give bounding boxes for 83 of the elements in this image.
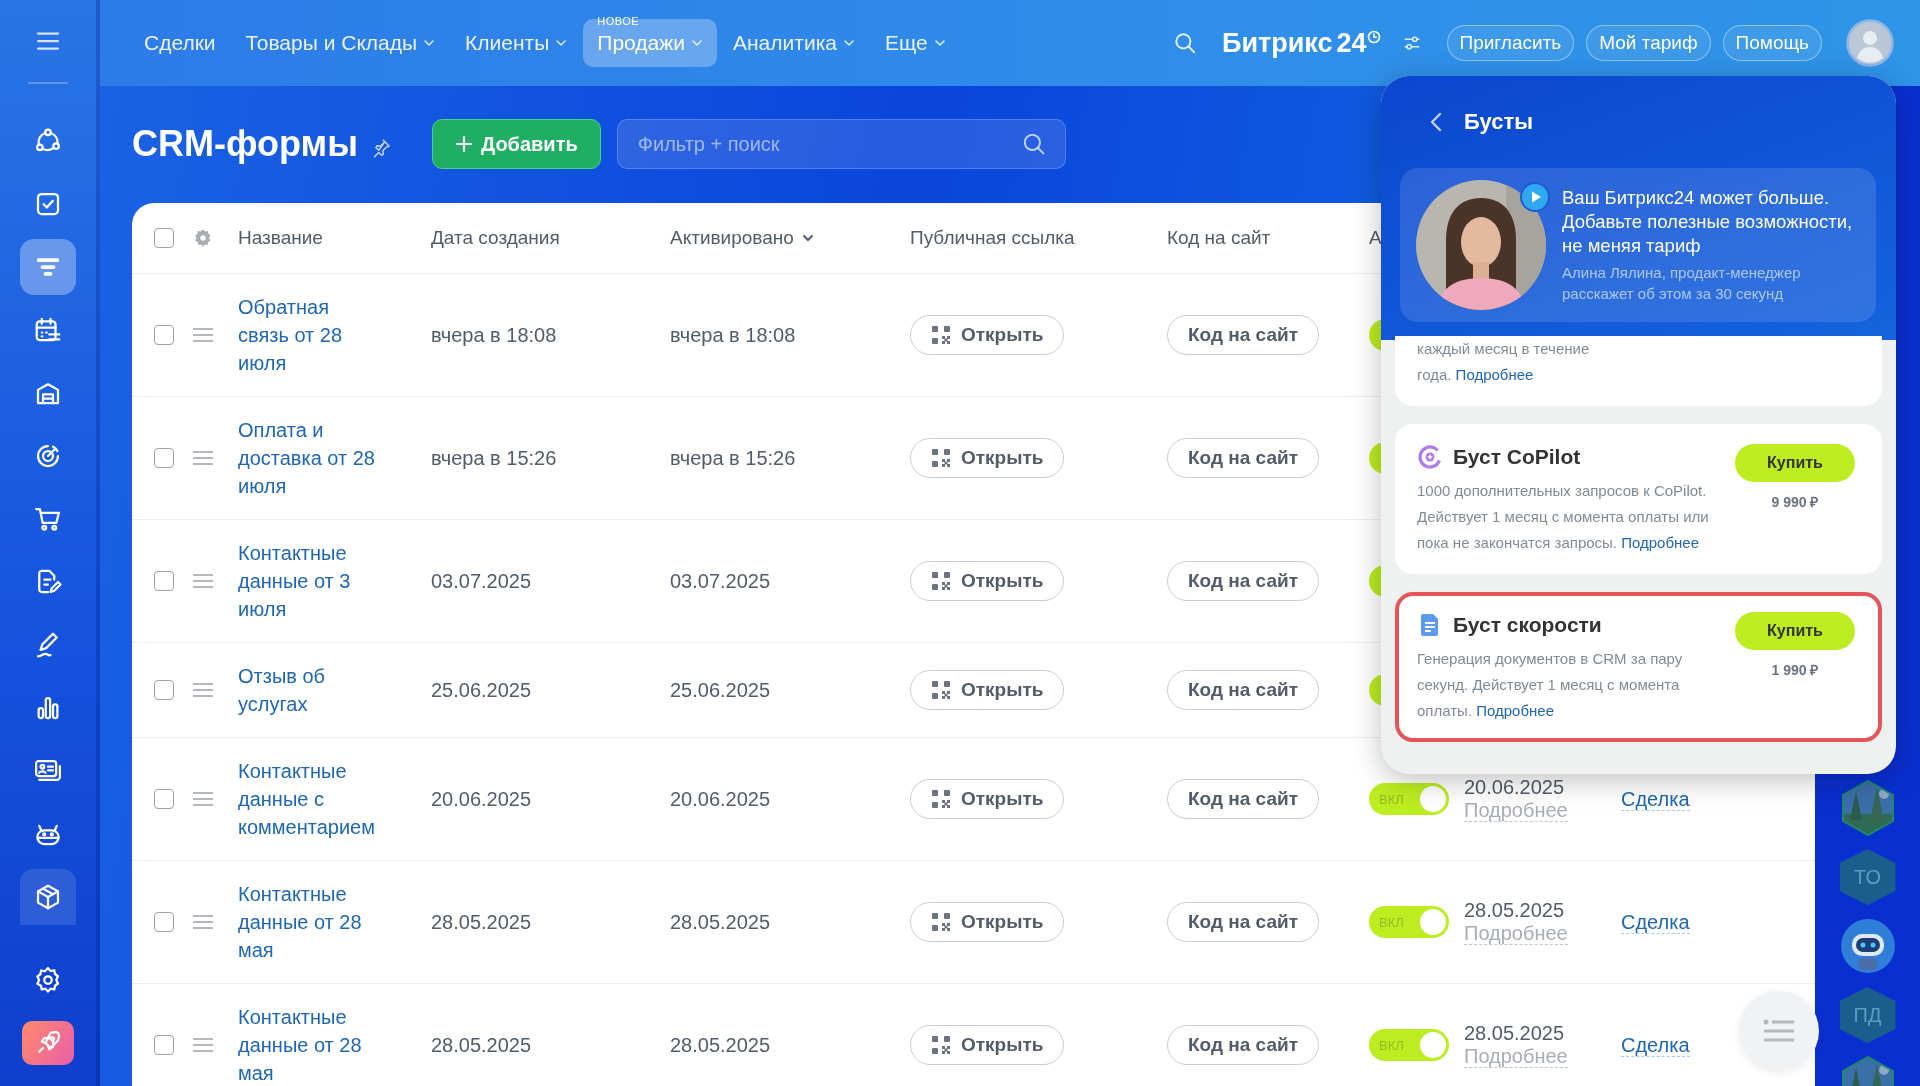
form-name-link[interactable]: Оплата и доставка от 28 июля [238,416,384,500]
promo-headline: Ваш Битрикс24 может больше. Добавьте полезные возможности, не меняя тариф [1562,186,1854,258]
code-button[interactable]: Код на сайт [1167,438,1319,478]
table-cell-text: вчера в 15:26 [670,446,797,470]
promo-author: Алина Лялина, продакт-менеджер [1562,263,1802,283]
promo-caption: расскажет об этом за 30 секунд [1562,284,1785,304]
nav-tab-label: Продажи [597,31,685,55]
table-cell-text: 03.07.2025 [431,569,533,593]
search-input[interactable]: Фильтр + поиск [635,131,1021,157]
price: 1 990 ₽ [1771,661,1819,679]
column-header: Название [238,227,324,249]
code-button[interactable]: Код на сайт [1167,315,1319,355]
table-cell-text: 28.05.2025 [431,1033,533,1057]
boost-title: Буст CoPilot [1453,445,1581,469]
boost-title: Буст скорости [1453,613,1602,637]
nav-tab[interactable]: Еще [870,19,960,67]
table-cell-text: 28.05.2025 [431,910,533,934]
nav-tab[interactable]: Сделки [130,19,230,67]
column-header: Дата создания [431,227,561,249]
form-name-link[interactable]: Контактные данные с комментарием [238,757,384,841]
promo-card[interactable]: Ваш Битрикс24 может больше. Добавьте полезные возможности, не меняя тариф Алина Лялина, продакт-менеджер расскажет об этом за 30 секунд [1400,168,1876,322]
boost-description: каждый месяц в течение года. Подробнее [1417,339,1591,385]
header-button[interactable]: Мой тариф [1586,25,1711,61]
column-header: А [1369,227,1383,249]
form-name-link[interactable]: Контактные данные от 28 мая [238,1003,384,1086]
code-button[interactable]: Код на сайт [1167,779,1319,819]
open-button[interactable]: Открыть [910,902,1065,942]
buy-button[interactable]: Купить [1735,444,1855,482]
nav-tab[interactable]: Аналитика [719,19,869,67]
search-field[interactable]: Фильтр + поиск [616,119,1066,169]
entity-link[interactable]: Сделка [1621,911,1690,934]
code-button[interactable]: Код на сайт [1167,561,1319,601]
open-button[interactable]: Открыть [910,670,1065,710]
page-title: CRM-формы [132,123,358,165]
boost-description: 1000 дополнительных запросов к CoPilot. Действует 1 месяц с момента оплаты или пока не закончатся запросы. Подробнее [1417,481,1710,553]
more-link[interactable]: Подробнее [1455,366,1534,383]
table-cell-text: 28.05.2025 [670,1033,772,1057]
logo-text: Битрикс [1221,27,1333,59]
open-button[interactable]: Открыть [910,438,1065,478]
nav-tab-label: Аналитика [733,31,837,55]
boost-description: Генерация документов в CRM за пару секунд. Действует 1 месяц с момента оплаты. Подробнее [1417,649,1684,721]
open-button[interactable]: Открыть [910,1025,1065,1065]
open-button[interactable]: Открыть [910,315,1065,355]
table-cell-text: 25.06.2025 [431,678,533,702]
table-cell-text: 28.05.2025 [670,910,772,934]
nav-tab-label: Клиенты [465,31,550,55]
open-button[interactable]: Открыть [910,561,1065,601]
panel-title: Бусты [1464,109,1533,135]
nav-tab-label: Еще [884,31,928,55]
column-header: Код на сайт [1167,227,1272,249]
form-name-link[interactable]: Отзыв об услугах [238,662,384,718]
code-button[interactable]: Код на сайт [1167,902,1319,942]
code-button[interactable]: Код на сайт [1167,1025,1319,1065]
table-cell-text: вчера в 18:08 [431,323,558,347]
logo-number: 24 [1336,27,1367,59]
form-name-link[interactable]: Контактные данные от 28 мая [238,880,384,964]
header-button[interactable]: Пригласить [1446,25,1575,61]
header-button[interactable]: Помощь [1722,25,1822,61]
more-link[interactable]: Подробнее [1476,702,1554,719]
more-link[interactable]: Подробнее [1621,534,1699,551]
table-cell-text: 25.06.2025 [670,678,772,702]
entity-link[interactable]: Сделка [1621,1034,1690,1057]
open-button[interactable]: Открыть [910,779,1065,819]
date-text: 28.05.2025 [1464,1022,1565,1045]
nav-tab[interactable]: Клиенты [451,19,582,67]
date-text: 20.06.2025 [1464,776,1565,799]
table-cell-text: 20.06.2025 [670,787,772,811]
column-header[interactable]: Активировано [670,227,910,249]
entity-link[interactable]: Сделка [1621,788,1690,811]
column-header: Публичная ссылка [910,227,1076,249]
table-cell-text: вчера в 15:26 [431,446,558,470]
table-cell-text: 03.07.2025 [670,569,772,593]
form-name-link[interactable]: Контактные данные от 3 июля [238,539,384,623]
form-name-link[interactable]: Обратная связь от 28 июля [238,293,384,377]
price: 9 990 ₽ [1771,493,1819,511]
nav-tab-label: Сделки [144,31,216,55]
date-text: 28.05.2025 [1464,899,1565,922]
code-button[interactable]: Код на сайт [1167,670,1319,710]
table-cell-text: вчера в 18:08 [670,323,797,347]
table-cell-text: 20.06.2025 [431,787,533,811]
nav-tab-label: Товары и Склады [245,31,418,55]
buy-button[interactable]: Купить [1735,612,1855,650]
nav-tab[interactable]: Товары и Склады [231,19,450,67]
